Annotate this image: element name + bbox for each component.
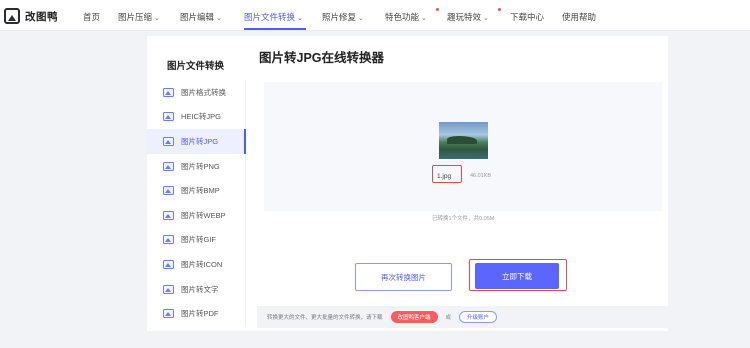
nav-label: 图片压缩 xyxy=(118,12,153,22)
sidebar-item-label: 图片转BMP xyxy=(181,186,220,196)
sidebar-item-heic-to-jpg[interactable]: HEIC转JPG xyxy=(147,105,245,130)
sidebar-item-label: 图片格式转换 xyxy=(181,87,226,97)
nav-fun-effects[interactable]: 趣玩特效 ⌄ xyxy=(447,11,489,23)
hot-badge xyxy=(436,8,439,11)
nav-label: 趣玩特效 xyxy=(447,12,482,22)
sidebar-item-label: 图片转PNG xyxy=(181,161,220,171)
convert-again-button[interactable]: 再次转换图片 xyxy=(355,263,452,291)
nav-image-compress[interactable]: 图片压缩 ⌄ xyxy=(118,11,160,23)
image-icon xyxy=(163,284,174,294)
nav-active-underline xyxy=(244,28,306,30)
sidebar-item-image-to-gif[interactable]: 图片转GIF xyxy=(147,228,245,253)
nav-label: 使用帮助 xyxy=(562,12,597,22)
sidebar-item-format-convert[interactable]: 图片格式转换 xyxy=(147,80,245,105)
image-icon xyxy=(163,186,174,196)
logo-icon xyxy=(4,8,20,24)
nav-download-center[interactable]: 下载中心 xyxy=(510,11,544,23)
hot-badge xyxy=(498,8,501,11)
promo-or: 或 xyxy=(445,315,452,321)
sidebar-item-label: 图片转文字 xyxy=(181,284,219,294)
sidebar-item-label: 图片转JPG xyxy=(181,136,219,146)
sidebar-item-label: 图片转GIF xyxy=(181,235,216,245)
sidebar-title: 图片文件转换 xyxy=(167,61,225,72)
image-icon xyxy=(163,309,174,319)
nav-features[interactable]: 特色功能 ⌄ xyxy=(385,11,427,23)
image-icon xyxy=(163,259,174,269)
nav-label: 特色功能 xyxy=(385,12,420,22)
download-client-button[interactable]: 改图鸭客户端 xyxy=(390,311,438,323)
sidebar-item-image-to-bmp[interactable]: 图片转BMP xyxy=(147,178,245,203)
nav-help[interactable]: 使用帮助 xyxy=(562,11,596,23)
nav-photo-repair[interactable]: 照片修复 ⌄ xyxy=(322,11,364,23)
image-icon xyxy=(163,210,174,220)
nav-label: 照片修复 xyxy=(322,12,357,22)
sidebar-item-image-to-png[interactable]: 图片转PNG xyxy=(147,154,245,179)
upgrade-account-button[interactable]: 升级账户 xyxy=(459,311,498,323)
logo[interactable]: 改图鸭 xyxy=(4,8,58,24)
sidebar-item-label: 图片转WEBP xyxy=(181,210,226,220)
file-name: 1.jpg xyxy=(437,173,452,180)
image-icon xyxy=(163,87,174,97)
conversion-summary: 已转换1个文件，共0.05M xyxy=(432,216,495,222)
nav-label: 首页 xyxy=(83,12,101,22)
chevron-down-icon: ⌄ xyxy=(154,15,160,22)
chevron-down-icon: ⌄ xyxy=(297,15,303,22)
nav-label: 图片编辑 xyxy=(180,12,215,22)
sidebar: 图片格式转换 HEIC转JPG 图片转JPG 图片转PNG 图片转BMP 图片转… xyxy=(147,80,246,326)
nav-label: 图片文件转换 xyxy=(244,12,296,22)
chevron-down-icon: ⌄ xyxy=(216,15,222,22)
chevron-down-icon: ⌄ xyxy=(421,15,427,22)
chevron-down-icon: ⌄ xyxy=(483,15,489,22)
chevron-down-icon: ⌄ xyxy=(358,15,364,22)
nav-image-edit[interactable]: 图片编辑 ⌄ xyxy=(180,11,222,23)
image-icon xyxy=(163,136,174,146)
image-icon xyxy=(163,161,174,171)
sidebar-item-image-to-text[interactable]: 图片转文字 xyxy=(147,277,245,302)
logo-text: 改图鸭 xyxy=(25,10,58,23)
sidebar-item-image-to-webp[interactable]: 图片转WEBP xyxy=(147,203,245,228)
sidebar-item-image-to-pdf[interactable]: 图片转PDF xyxy=(147,301,245,326)
top-nav: 改图鸭 首页 图片压缩 ⌄ 图片编辑 ⌄ 图片文件转换 ⌄ 照片修复 ⌄ 特色功能 ⌄ 趣… xyxy=(0,0,750,31)
sidebar-item-label: 图片转ICON xyxy=(181,259,223,269)
file-size: 46.01KB xyxy=(470,173,492,179)
sidebar-item-image-to-jpg[interactable]: 图片转JPG xyxy=(147,129,246,154)
promo-text: 转换更大的文件、更大批量的文件转换，请下载 xyxy=(267,315,383,321)
file-thumbnail[interactable] xyxy=(439,122,488,159)
nav-label: 下载中心 xyxy=(510,12,545,22)
sidebar-item-label: HEIC转JPG xyxy=(181,112,222,122)
nav-home[interactable]: 首页 xyxy=(83,11,100,23)
image-icon xyxy=(163,235,174,245)
result-panel: 1.jpg 46.01KB 已转换1个文件，共0.05M xyxy=(264,82,662,222)
page-title: 图片转JPG在线转换器 xyxy=(259,51,385,65)
sidebar-item-image-to-icon[interactable]: 图片转ICON xyxy=(147,252,245,277)
download-button[interactable]: 立即下载 xyxy=(475,263,559,289)
main-card: 图片文件转换 图片格式转换 HEIC转JPG 图片转JPG 图片转PNG 图片转… xyxy=(147,36,668,331)
sidebar-item-label: 图片转PDF xyxy=(181,309,219,319)
image-icon xyxy=(163,112,174,122)
nav-file-convert[interactable]: 图片文件转换 ⌄ xyxy=(244,11,303,23)
promo-bar: 转换更大的文件、更大批量的文件转换，请下载 改图鸭客户端 或 升级账户 xyxy=(257,306,668,328)
